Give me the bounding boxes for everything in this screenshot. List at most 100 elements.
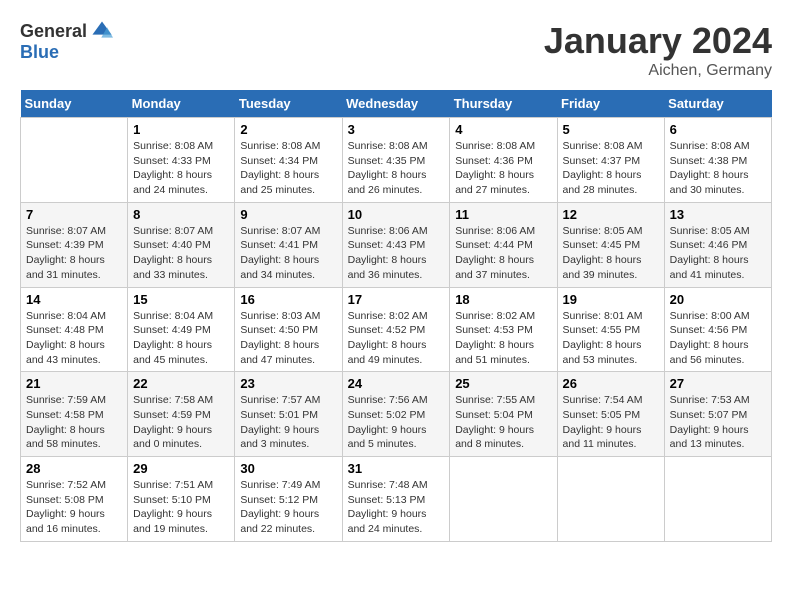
day-info: Sunrise: 8:04 AM Sunset: 4:49 PM Dayligh… xyxy=(133,309,229,368)
day-number: 24 xyxy=(348,376,445,391)
day-number: 14 xyxy=(26,292,122,307)
day-info: Sunrise: 8:00 AM Sunset: 4:56 PM Dayligh… xyxy=(670,309,766,368)
day-info: Sunrise: 8:05 AM Sunset: 4:46 PM Dayligh… xyxy=(670,224,766,283)
calendar-body: 1 Sunrise: 8:08 AM Sunset: 4:33 PM Daylig… xyxy=(21,118,772,542)
day-number: 30 xyxy=(240,461,336,476)
day-number: 26 xyxy=(563,376,659,391)
day-info: Sunrise: 8:02 AM Sunset: 4:53 PM Dayligh… xyxy=(455,309,551,368)
calendar-cell: 20 Sunrise: 8:00 AM Sunset: 4:56 PM Dayli… xyxy=(664,287,771,372)
calendar-cell: 7 Sunrise: 8:07 AM Sunset: 4:39 PM Daylig… xyxy=(21,202,128,287)
location: Aichen, Germany xyxy=(544,62,772,80)
header-row: SundayMondayTuesdayWednesdayThursdayFrid… xyxy=(21,90,772,118)
day-number: 23 xyxy=(240,376,336,391)
day-header-wednesday: Wednesday xyxy=(342,90,450,118)
day-info: Sunrise: 7:54 AM Sunset: 5:05 PM Dayligh… xyxy=(563,393,659,452)
day-number: 9 xyxy=(240,207,336,222)
page-header: General Blue January 2024 Aichen, German… xyxy=(20,20,772,80)
week-row-3: 14 Sunrise: 8:04 AM Sunset: 4:48 PM Dayli… xyxy=(21,287,772,372)
day-info: Sunrise: 8:07 AM Sunset: 4:39 PM Dayligh… xyxy=(26,224,122,283)
day-number: 3 xyxy=(348,122,445,137)
calendar-header: SundayMondayTuesdayWednesdayThursdayFrid… xyxy=(21,90,772,118)
day-info: Sunrise: 7:53 AM Sunset: 5:07 PM Dayligh… xyxy=(670,393,766,452)
day-number: 20 xyxy=(670,292,766,307)
day-header-friday: Friday xyxy=(557,90,664,118)
calendar-cell: 28 Sunrise: 7:52 AM Sunset: 5:08 PM Dayli… xyxy=(21,457,128,542)
month-title: January 2024 xyxy=(544,20,772,62)
day-number: 2 xyxy=(240,122,336,137)
calendar-cell: 15 Sunrise: 8:04 AM Sunset: 4:49 PM Dayli… xyxy=(128,287,235,372)
calendar-cell xyxy=(664,457,771,542)
day-number: 7 xyxy=(26,207,122,222)
day-number: 12 xyxy=(563,207,659,222)
week-row-1: 1 Sunrise: 8:08 AM Sunset: 4:33 PM Daylig… xyxy=(21,118,772,203)
title-block: January 2024 Aichen, Germany xyxy=(544,20,772,80)
day-number: 22 xyxy=(133,376,229,391)
calendar-cell: 21Sunrise: 7:59 AM Sunset: 4:58 PM Dayli… xyxy=(21,372,128,457)
day-info: Sunrise: 8:05 AM Sunset: 4:45 PM Dayligh… xyxy=(563,224,659,283)
day-info: Sunrise: 8:08 AM Sunset: 4:38 PM Dayligh… xyxy=(670,139,766,198)
calendar-cell xyxy=(557,457,664,542)
day-number: 6 xyxy=(670,122,766,137)
day-number: 27 xyxy=(670,376,766,391)
calendar-cell: 22 Sunrise: 7:58 AM Sunset: 4:59 PM Dayli… xyxy=(128,372,235,457)
day-info: Sunrise: 7:49 AM Sunset: 5:12 PM Dayligh… xyxy=(240,478,336,537)
day-number: 29 xyxy=(133,461,229,476)
day-info: Sunrise: 8:07 AM Sunset: 4:40 PM Dayligh… xyxy=(133,224,229,283)
day-number: 19 xyxy=(563,292,659,307)
day-info: Sunrise: 7:51 AM Sunset: 5:10 PM Dayligh… xyxy=(133,478,229,537)
calendar-cell: 5Sunrise: 8:08 AM Sunset: 4:37 PM Daylig… xyxy=(557,118,664,203)
calendar-cell: 16 Sunrise: 8:03 AM Sunset: 4:50 PM Dayli… xyxy=(235,287,342,372)
calendar-cell: 4Sunrise: 8:08 AM Sunset: 4:36 PM Daylig… xyxy=(450,118,557,203)
day-number: 5 xyxy=(563,122,659,137)
calendar-cell: 3 Sunrise: 8:08 AM Sunset: 4:35 PM Daylig… xyxy=(342,118,450,203)
calendar-cell: 25 Sunrise: 7:55 AM Sunset: 5:04 PM Dayli… xyxy=(450,372,557,457)
day-info: Sunrise: 8:02 AM Sunset: 4:52 PM Dayligh… xyxy=(348,309,445,368)
day-info: Sunrise: 7:52 AM Sunset: 5:08 PM Dayligh… xyxy=(26,478,122,537)
day-number: 1 xyxy=(133,122,229,137)
calendar-cell: 10Sunrise: 8:06 AM Sunset: 4:43 PM Dayli… xyxy=(342,202,450,287)
day-number: 16 xyxy=(240,292,336,307)
day-info: Sunrise: 7:58 AM Sunset: 4:59 PM Dayligh… xyxy=(133,393,229,452)
day-info: Sunrise: 8:07 AM Sunset: 4:41 PM Dayligh… xyxy=(240,224,336,283)
day-info: Sunrise: 8:01 AM Sunset: 4:55 PM Dayligh… xyxy=(563,309,659,368)
calendar-cell xyxy=(21,118,128,203)
day-header-monday: Monday xyxy=(128,90,235,118)
day-header-thursday: Thursday xyxy=(450,90,557,118)
calendar-cell: 1 Sunrise: 8:08 AM Sunset: 4:33 PM Daylig… xyxy=(128,118,235,203)
day-number: 8 xyxy=(133,207,229,222)
calendar-cell: 19 Sunrise: 8:01 AM Sunset: 4:55 PM Dayli… xyxy=(557,287,664,372)
day-number: 4 xyxy=(455,122,551,137)
calendar-cell: 14 Sunrise: 8:04 AM Sunset: 4:48 PM Dayli… xyxy=(21,287,128,372)
logo: General Blue xyxy=(20,20,113,63)
calendar-cell: 2Sunrise: 8:08 AM Sunset: 4:34 PM Daylig… xyxy=(235,118,342,203)
calendar-cell: 29 Sunrise: 7:51 AM Sunset: 5:10 PM Dayli… xyxy=(128,457,235,542)
calendar-cell: 26 Sunrise: 7:54 AM Sunset: 5:05 PM Dayli… xyxy=(557,372,664,457)
week-row-5: 28 Sunrise: 7:52 AM Sunset: 5:08 PM Dayli… xyxy=(21,457,772,542)
day-number: 25 xyxy=(455,376,551,391)
calendar-cell: 24 Sunrise: 7:56 AM Sunset: 5:02 PM Dayli… xyxy=(342,372,450,457)
day-info: Sunrise: 8:03 AM Sunset: 4:50 PM Dayligh… xyxy=(240,309,336,368)
calendar-cell: 9 Sunrise: 8:07 AM Sunset: 4:41 PM Daylig… xyxy=(235,202,342,287)
calendar-cell: 12 Sunrise: 8:05 AM Sunset: 4:45 PM Dayli… xyxy=(557,202,664,287)
calendar-cell: 11Sunrise: 8:06 AM Sunset: 4:44 PM Dayli… xyxy=(450,202,557,287)
logo-blue: Blue xyxy=(20,42,59,63)
day-info: Sunrise: 8:08 AM Sunset: 4:33 PM Dayligh… xyxy=(133,139,229,198)
day-info: Sunrise: 7:56 AM Sunset: 5:02 PM Dayligh… xyxy=(348,393,445,452)
day-info: Sunrise: 7:57 AM Sunset: 5:01 PM Dayligh… xyxy=(240,393,336,452)
calendar: SundayMondayTuesdayWednesdayThursdayFrid… xyxy=(20,90,772,542)
day-header-tuesday: Tuesday xyxy=(235,90,342,118)
day-number: 18 xyxy=(455,292,551,307)
day-info: Sunrise: 8:04 AM Sunset: 4:48 PM Dayligh… xyxy=(26,309,122,368)
day-info: Sunrise: 8:06 AM Sunset: 4:44 PM Dayligh… xyxy=(455,224,551,283)
calendar-cell: 17Sunrise: 8:02 AM Sunset: 4:52 PM Dayli… xyxy=(342,287,450,372)
day-info: Sunrise: 7:48 AM Sunset: 5:13 PM Dayligh… xyxy=(348,478,445,537)
day-number: 31 xyxy=(348,461,445,476)
day-info: Sunrise: 7:55 AM Sunset: 5:04 PM Dayligh… xyxy=(455,393,551,452)
calendar-cell: 30 Sunrise: 7:49 AM Sunset: 5:12 PM Dayli… xyxy=(235,457,342,542)
calendar-cell: 13 Sunrise: 8:05 AM Sunset: 4:46 PM Dayli… xyxy=(664,202,771,287)
day-number: 13 xyxy=(670,207,766,222)
day-number: 15 xyxy=(133,292,229,307)
day-info: Sunrise: 8:08 AM Sunset: 4:35 PM Dayligh… xyxy=(348,139,445,198)
day-number: 28 xyxy=(26,461,122,476)
day-header-sunday: Sunday xyxy=(21,90,128,118)
